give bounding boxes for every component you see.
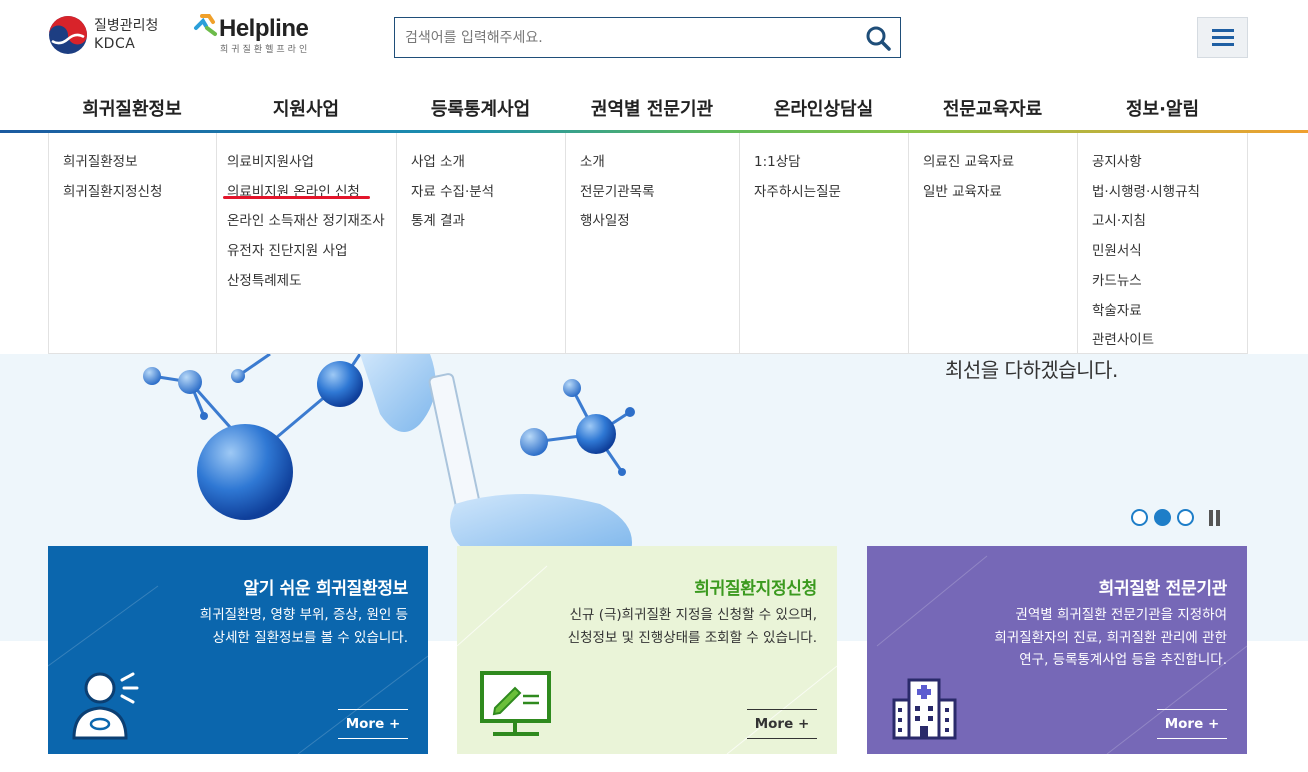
slide-dot-3[interactable] xyxy=(1177,509,1194,526)
hospital-icon xyxy=(892,678,957,740)
monitor-pencil-icon xyxy=(480,671,551,736)
card-title: 희귀질환 전문기관 xyxy=(1098,579,1228,599)
kdca-name-ko: 질병관리청 xyxy=(94,18,159,34)
submenu-item[interactable]: 관련사이트 xyxy=(1092,326,1247,356)
submenu-item[interactable]: 통계 결과 xyxy=(411,207,565,237)
hero-tagline: 최선을 다하겠습니다. xyxy=(945,358,1118,382)
submenu-item[interactable]: 온라인 소득재산 정기재조사 xyxy=(227,207,396,237)
card-desc-line: 연구, 등록통계사업 등을 추진합니다. xyxy=(1019,652,1227,668)
search-input[interactable] xyxy=(395,18,855,57)
helpline-subtitle: 희귀질환헬프라인 xyxy=(220,45,311,55)
submenu-item[interactable]: 의료비지원사업 xyxy=(227,148,396,178)
gnb-item-education-materials[interactable]: 전문교육자료 xyxy=(908,90,1077,130)
submenu-item[interactable]: 민원서식 xyxy=(1092,237,1247,267)
submenu-item[interactable]: 법·시행령·시행규칙 xyxy=(1092,178,1247,208)
pause-icon[interactable] xyxy=(1208,509,1222,526)
hamburger-bar xyxy=(1212,36,1234,39)
submenu-item[interactable]: 의료진 교육자료 xyxy=(923,148,1077,178)
more-button[interactable]: More + xyxy=(338,709,408,739)
submenu-item[interactable]: 행사일정 xyxy=(580,207,739,237)
submenu-item-online-application[interactable]: 의료비지원 온라인 신청 xyxy=(227,178,396,208)
card-designation-application[interactable]: 희귀질환지정신청 신규 (극)희귀질환 지정을 신청할 수 있으며, 신청정보 … xyxy=(457,546,837,754)
submenu-item[interactable]: 소개 xyxy=(580,148,739,178)
search-icon[interactable] xyxy=(864,24,892,52)
card-expert-institutions[interactable]: 희귀질환 전문기관 권역별 희귀질환 전문기관을 지정하여 희귀질환자의 진료,… xyxy=(867,546,1247,754)
submenu-item[interactable]: 자주하시는질문 xyxy=(754,178,908,208)
submenu-item[interactable]: 유전자 진단지원 사업 xyxy=(227,237,396,267)
gnb-item-regional-centers[interactable]: 권역별 전문기관 xyxy=(565,90,739,130)
card-desc-line: 희귀질환명, 영향 부위, 증상, 원인 등 xyxy=(199,607,408,623)
submenu-item[interactable]: 산정특례제도 xyxy=(227,267,396,297)
submenu-item[interactable]: 자료 수집·분석 xyxy=(411,178,565,208)
card-description: 신규 (극)희귀질환 지정을 신청할 수 있으며, 신청정보 및 진행상태를 조… xyxy=(568,604,817,649)
submenu-item[interactable]: 학술자료 xyxy=(1092,297,1247,327)
search-box xyxy=(394,17,901,58)
card-description: 권역별 희귀질환 전문기관을 지정하여 희귀질환자의 진료, 희귀질환 관리에 … xyxy=(994,604,1227,672)
more-button[interactable]: More + xyxy=(747,709,817,739)
card-desc-line: 신청정보 및 진행상태를 조회할 수 있습니다. xyxy=(567,629,817,646)
card-desc-line: 희귀질환자의 진료, 희귀질환 관리에 관한 xyxy=(994,629,1227,646)
mega-menu: 희귀질환정보 희귀질환지정신청 의료비지원사업 의료비지원 온라인 신청 온라인… xyxy=(48,133,1248,354)
gnb-item-news[interactable]: 정보·알림 xyxy=(1077,90,1248,130)
card-desc-line: 권역별 희귀질환 전문기관을 지정하여 xyxy=(1015,607,1227,623)
card-description: 희귀질환명, 영향 부위, 증상, 원인 등 상세한 질환정보를 볼 수 있습니… xyxy=(200,604,408,649)
gnb-item-support-programs[interactable]: 지원사업 xyxy=(216,90,396,130)
submenu-item[interactable]: 고시·지침 xyxy=(1092,207,1247,237)
card-rare-disease-info[interactable]: 알기 쉬운 희귀질환정보 희귀질환명, 영향 부위, 증상, 원인 등 상세한 … xyxy=(48,546,428,754)
submenu-item[interactable]: 1:1상담 xyxy=(754,148,908,178)
kdca-name-en: KDCA xyxy=(94,36,136,52)
page: 질병관리청 KDCA Helpline 희귀질환헬프라인 희귀질환정보 지원사업… xyxy=(0,0,1308,772)
card-desc-line: 상세한 질환정보를 볼 수 있습니다. xyxy=(212,629,408,646)
hamburger-bar xyxy=(1212,29,1234,32)
submenu-item[interactable]: 공지사항 xyxy=(1092,148,1247,178)
more-button[interactable]: More + xyxy=(1157,709,1227,739)
gnb-item-registry-statistics[interactable]: 등록통계사업 xyxy=(396,90,565,130)
mega-col-7: 공지사항 법·시행령·시행규칙 고시·지침 민원서식 카드뉴스 학술자료 관련사… xyxy=(1078,133,1247,353)
submenu-item[interactable]: 카드뉴스 xyxy=(1092,267,1247,297)
person-speaking-icon xyxy=(72,672,139,740)
highlight-underline xyxy=(223,196,370,199)
kdca-emblem-icon xyxy=(49,16,87,54)
mega-col-6: 의료진 교육자료 일반 교육자료 xyxy=(909,133,1078,353)
mega-col-3: 사업 소개 자료 수집·분석 통계 결과 xyxy=(397,133,566,353)
global-nav: 희귀질환정보 지원사업 등록통계사업 권역별 전문기관 온라인상담실 전문교육자… xyxy=(48,90,1248,130)
hamburger-menu-button[interactable] xyxy=(1197,17,1248,58)
submenu-item[interactable]: 전문기관목록 xyxy=(580,178,739,208)
card-title: 알기 쉬운 희귀질환정보 xyxy=(243,579,408,599)
gnb-item-rare-disease-info[interactable]: 희귀질환정보 xyxy=(48,90,216,130)
card-desc-line: 신규 (극)희귀질환 지정을 신청할 수 있으며, xyxy=(569,607,817,623)
slide-controls xyxy=(1131,509,1222,526)
submenu-item[interactable]: 희귀질환정보 xyxy=(63,148,216,178)
helpline-logo[interactable]: Helpline 희귀질환헬프라인 xyxy=(193,10,318,56)
submenu-item[interactable]: 사업 소개 xyxy=(411,148,565,178)
gnb-item-online-counseling[interactable]: 온라인상담실 xyxy=(739,90,908,130)
card-title: 희귀질환지정신청 xyxy=(694,579,817,599)
mega-col-2: 의료비지원사업 의료비지원 온라인 신청 온라인 소득재산 정기재조사 유전자 … xyxy=(217,133,397,353)
slide-dot-1[interactable] xyxy=(1131,509,1148,526)
hamburger-bar xyxy=(1212,43,1234,46)
submenu-item[interactable]: 일반 교육자료 xyxy=(923,178,1077,208)
mega-col-5: 1:1상담 자주하시는질문 xyxy=(740,133,909,353)
kdca-logo[interactable]: 질병관리청 KDCA xyxy=(48,15,158,55)
mega-col-4: 소개 전문기관목록 행사일정 xyxy=(566,133,740,353)
submenu-item[interactable]: 희귀질환지정신청 xyxy=(63,178,216,208)
mega-col-1: 희귀질환정보 희귀질환지정신청 xyxy=(49,133,217,353)
slide-dot-2[interactable] xyxy=(1154,509,1171,526)
helpline-wordmark: Helpline xyxy=(219,15,309,42)
